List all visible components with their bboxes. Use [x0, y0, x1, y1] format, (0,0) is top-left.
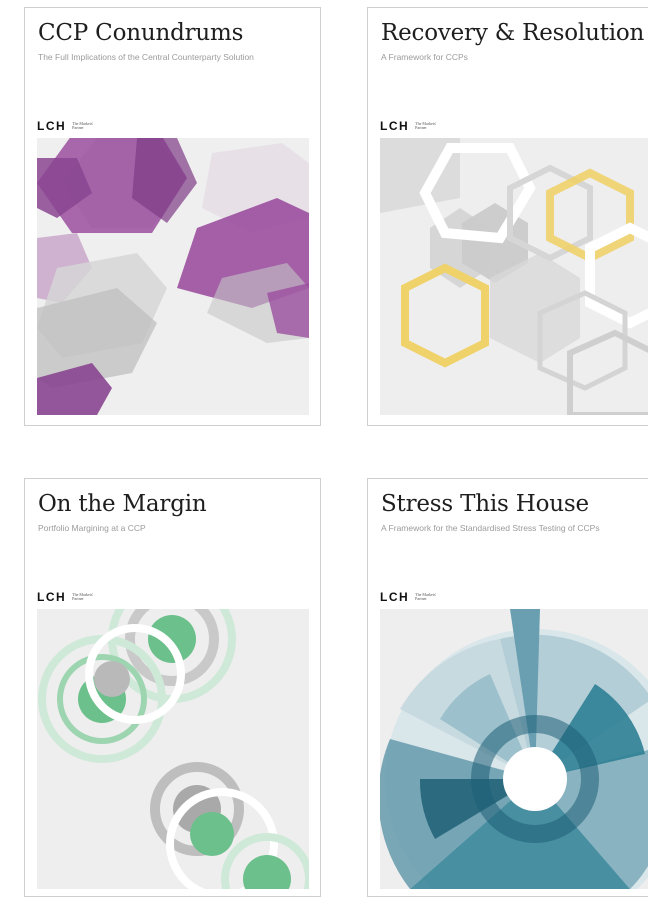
lch-logo: LCH [37, 119, 67, 133]
lch-brand: LCH The Markets' Partner [37, 589, 102, 605]
lch-brand: LCH The Markets' Partner [380, 589, 445, 605]
publication-subtitle: The Full Implications of the Central Cou… [38, 52, 254, 62]
publication-subtitle: A Framework for CCPs [381, 52, 468, 62]
lch-tagline: The Markets' Partner [72, 120, 94, 130]
lch-logo: LCH [380, 590, 410, 604]
publication-title: On the Margin [38, 491, 207, 517]
lch-tagline: The Markets' Partner [415, 120, 437, 130]
lch-logo: LCH [37, 590, 67, 604]
cover-art-yellow-hexagon-outlines [380, 138, 648, 415]
lch-tagline: The Markets' Partner [72, 591, 94, 601]
publication-card-on-the-margin[interactable]: On the Margin Portfolio Margining at a C… [24, 478, 321, 897]
cover-art-green-concentric-circles [37, 609, 309, 889]
lch-brand: LCH The Markets' Partner [37, 118, 102, 134]
publication-card-ccp-conundrums[interactable]: CCP Conundrums The Full Implications of … [24, 7, 321, 426]
lch-logo: LCH [380, 119, 410, 133]
publication-subtitle: Portfolio Margining at a CCP [38, 523, 146, 533]
publication-title: Stress This House [381, 491, 589, 517]
publication-card-recovery-resolution[interactable]: Recovery & Resolution A Framework for CC… [367, 7, 648, 426]
publication-title: CCP Conundrums [38, 20, 244, 46]
lch-tagline: The Markets' Partner [415, 591, 437, 601]
lch-brand: LCH The Markets' Partner [380, 118, 445, 134]
cover-art-purple-hexagons [37, 138, 309, 415]
publication-subtitle: A Framework for the Standardised Stress … [381, 523, 600, 533]
publication-title: Recovery & Resolution [381, 20, 645, 46]
cover-art-teal-radial-segments [380, 609, 648, 889]
publication-card-stress-this-house[interactable]: Stress This House A Framework for the St… [367, 478, 648, 897]
